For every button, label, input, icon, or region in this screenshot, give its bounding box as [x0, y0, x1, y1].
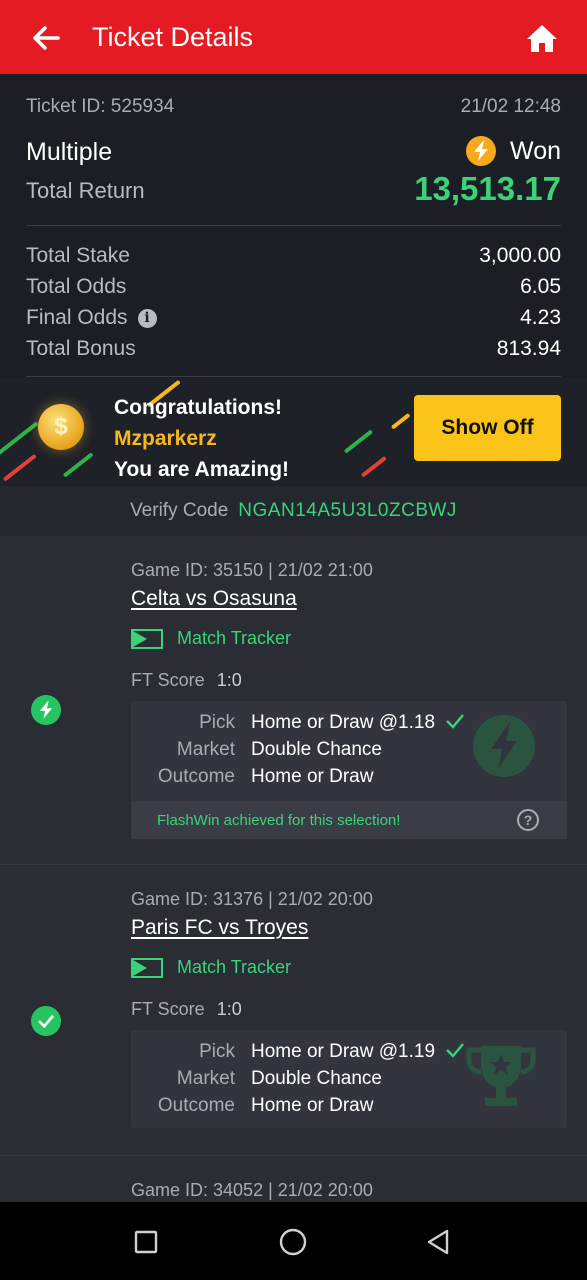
ft-score: FT Score 1:0: [131, 670, 242, 691]
tracker-icon: [131, 957, 163, 978]
total-return-label: Total Return: [26, 178, 145, 203]
match-tracker-link[interactable]: Match Tracker: [131, 628, 291, 649]
market-label: Market: [176, 1068, 235, 1089]
total-odds-label: Total Odds: [26, 275, 127, 298]
home-nav-button[interactable]: [275, 1224, 311, 1260]
selections-list: Game ID: 35150 | 21/02 21:00 Celta vs Os…: [0, 536, 587, 1202]
final-odds-row: Final Odds i: [26, 306, 157, 330]
flash-watermark-icon: [473, 715, 535, 777]
check-icon: [446, 1043, 464, 1058]
check-circle-icon: [31, 1006, 61, 1036]
market-value: Double Chance: [251, 1068, 382, 1089]
total-odds-value: 6.05: [520, 275, 561, 298]
verify-code-label: Verify Code: [130, 500, 229, 521]
game-meta: Game ID: 31376 | 21/02 20:00: [131, 889, 373, 909]
pick-value: Home or Draw @1.19: [251, 1041, 436, 1062]
trophy-watermark-icon: [466, 1046, 536, 1106]
system-nav-bar: [0, 1202, 587, 1280]
ticket-id: Ticket ID: 525934: [26, 96, 175, 117]
ft-score-label: FT Score: [131, 670, 205, 690]
status-label: Won: [510, 136, 561, 165]
confetti-streak: [390, 412, 411, 430]
verify-code-value[interactable]: NGAN14A5U3L0ZCBWJ: [238, 500, 457, 522]
square-icon: [134, 1230, 158, 1254]
outcome-label: Outcome: [157, 766, 235, 787]
circle-icon: [279, 1228, 307, 1256]
check-icon: [446, 714, 464, 729]
help-icon[interactable]: ?: [517, 809, 539, 831]
total-bonus-label: Total Bonus: [26, 337, 136, 360]
info-icon[interactable]: i: [137, 308, 157, 328]
final-odds-value: 4.23: [520, 306, 561, 329]
selection-item: Game ID: 31376 | 21/02 20:00 Paris FC vs…: [0, 865, 587, 1156]
market-label: Market: [176, 739, 235, 760]
flash-icon: [31, 695, 61, 725]
divider: [26, 225, 561, 226]
ft-score-value: 1:0: [216, 670, 242, 690]
pick-value: Home or Draw @1.18: [251, 712, 436, 733]
screen: Ticket Details Ticket ID: 525934 21/02 1…: [0, 0, 587, 1280]
home-button[interactable]: [522, 20, 562, 56]
flash-icon: [466, 136, 497, 166]
match-tracker-link[interactable]: Match Tracker: [131, 957, 291, 978]
confetti-streak: [343, 429, 374, 454]
congrats-message: Congratulations! Mzparkerz You are Amazi…: [114, 392, 289, 485]
total-bonus-value: 813.94: [496, 337, 561, 360]
selection-item: Game ID: 34052 | 21/02 20:00: [0, 1156, 587, 1202]
arrow-left-icon: [33, 26, 60, 50]
bet-type: Multiple: [26, 138, 113, 166]
pick-value-wrap: Home or Draw @1.19: [251, 1041, 465, 1063]
divider: [26, 376, 561, 377]
game-meta: Game ID: 35150 | 21/02 21:00: [131, 560, 373, 580]
congrats-title: Congratulations!: [114, 396, 282, 419]
top-app-bar: Ticket Details: [0, 0, 587, 74]
page-title: Ticket Details: [92, 22, 254, 52]
flashwin-note: FlashWin achieved for this selection! ?: [131, 801, 567, 839]
home-icon: [527, 25, 557, 52]
pick-label: Pick: [199, 712, 235, 733]
game-meta: Game ID: 34052 | 21/02 20:00: [131, 1180, 373, 1200]
congrats-banner: $ Congratulations! Mzparkerz You are Ama…: [0, 378, 587, 486]
ticket-status: Won: [466, 136, 561, 166]
ft-score-label: FT Score: [131, 999, 205, 1019]
pick-details: Pick Home or Draw @1.18 Market Double Ch…: [131, 701, 567, 839]
ticket-date: 21/02 12:48: [460, 96, 561, 117]
tracker-icon: [131, 628, 163, 649]
back-button[interactable]: [28, 20, 64, 56]
back-nav-button[interactable]: [420, 1224, 456, 1260]
coin-icon: $: [38, 404, 84, 450]
confetti-streak: [360, 455, 387, 478]
outcome-label: Outcome: [157, 1095, 235, 1116]
match-tracker-label: Match Tracker: [177, 957, 292, 977]
selection-item: Game ID: 35150 | 21/02 21:00 Celta vs Os…: [0, 536, 587, 865]
username: Mzparkerz: [114, 427, 217, 450]
outcome-value: Home or Draw: [251, 1095, 374, 1116]
final-odds-label: Final Odds: [26, 306, 128, 329]
ft-score-value: 1:0: [216, 999, 242, 1019]
show-off-button[interactable]: Show Off: [414, 395, 561, 461]
match-title[interactable]: Celta vs Osasuna: [131, 587, 297, 611]
total-stake-label: Total Stake: [26, 244, 130, 267]
pick-value-wrap: Home or Draw @1.18: [251, 712, 465, 734]
ft-score: FT Score 1:0: [131, 999, 242, 1020]
recents-button[interactable]: [128, 1224, 164, 1260]
total-return-value: 13,513.17: [414, 170, 561, 207]
match-tracker-label: Match Tracker: [177, 628, 292, 648]
total-stake-value: 3,000.00: [479, 244, 561, 267]
congrats-subtitle: You are Amazing!: [114, 458, 290, 481]
verify-code-row: Verify Code NGAN14A5U3L0ZCBWJ: [0, 486, 587, 536]
match-title[interactable]: Paris FC vs Troyes: [131, 916, 308, 940]
confetti-streak: [2, 453, 37, 482]
triangle-back-icon: [427, 1229, 449, 1255]
market-value: Double Chance: [251, 739, 382, 760]
pick-label: Pick: [199, 1041, 235, 1062]
confetti-streak: [62, 452, 94, 478]
pick-details: Pick Home or Draw @1.19 Market Double Ch…: [131, 1030, 567, 1128]
outcome-value: Home or Draw: [251, 766, 374, 787]
flashwin-text: FlashWin achieved for this selection!: [157, 811, 401, 829]
